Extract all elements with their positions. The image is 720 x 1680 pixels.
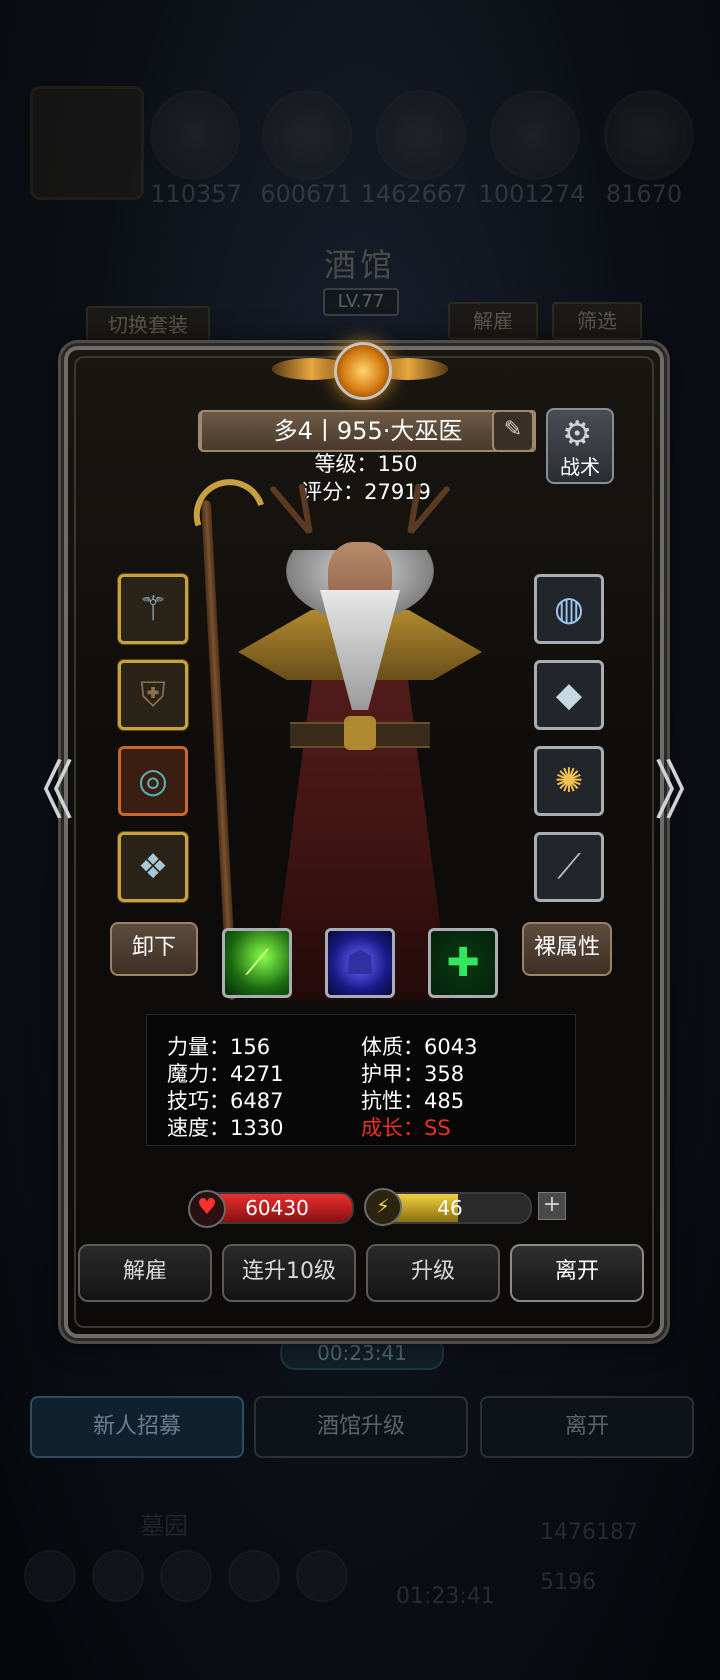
level-up-button[interactable]: 升级 xyxy=(366,1244,500,1302)
prev-hero-arrow-icon[interactable]: 《 xyxy=(10,740,74,832)
recruit-timer: 00:23:41 xyxy=(280,1336,444,1370)
footer-icon-1 xyxy=(24,1550,76,1602)
green-cross-icon: ✚ xyxy=(446,940,480,986)
stat-constitution: 体质：6043 xyxy=(361,1035,478,1059)
lantern-icon: ✺ xyxy=(554,761,584,801)
stat-magic: 魔力：4271 xyxy=(167,1062,284,1086)
resource-value-3: 1462667 xyxy=(360,180,468,208)
leave-button[interactable]: 离开 xyxy=(510,1244,644,1302)
add-energy-plus-icon[interactable]: + xyxy=(538,1192,566,1220)
footer-icon-4 xyxy=(228,1550,280,1602)
filter-button[interactable]: 筛选 xyxy=(552,302,642,340)
gear-icon: ⚙ xyxy=(562,414,593,454)
skill-slot-1[interactable]: ⟋ xyxy=(222,928,292,998)
tavern-level: LV.77 xyxy=(323,288,399,316)
stat-armor: 护甲：358 xyxy=(361,1062,465,1086)
skill-slot-2[interactable]: ☗ xyxy=(325,928,395,998)
footer-timer: 01:23:41 xyxy=(396,1584,495,1609)
resource-value-5: 81670 xyxy=(605,180,683,208)
stat-speed: 速度：1330 xyxy=(167,1116,284,1140)
resource-icon-5 xyxy=(604,90,694,180)
stat-resistance: 抗性：485 xyxy=(361,1089,465,1113)
panel-crest xyxy=(272,340,448,400)
staff-icon: ⚚ xyxy=(137,589,169,629)
hero-name: 多4丨955·大巫医 xyxy=(200,410,536,452)
footer-value-2: 5196 xyxy=(540,1570,596,1595)
resource-icon-2 xyxy=(262,90,352,180)
ring-icon: ◎ xyxy=(138,761,168,801)
resource-value-2: 600671 xyxy=(260,180,352,208)
tactics-button[interactable]: ⚙ 战术 xyxy=(546,408,614,484)
equip-slot-ring[interactable]: ◎ xyxy=(118,746,188,816)
resource-icon-1 xyxy=(150,90,240,180)
unequip-button[interactable]: 卸下 xyxy=(110,922,198,976)
stats-panel: 力量：156 魔力：4271 技巧：6487 速度：1330 体质：6043 护… xyxy=(146,1014,576,1146)
bg-leave-button[interactable]: 离开 xyxy=(480,1396,694,1458)
bracer-icon: ⟋ xyxy=(557,847,581,887)
stat-growth: 成长：SS xyxy=(361,1116,451,1140)
equip-slot-bracer[interactable]: ⟋ xyxy=(534,832,604,902)
hero-portrait-icon xyxy=(30,86,144,200)
recruit-button[interactable]: 新人招募 xyxy=(30,1396,244,1458)
footer-icon-5 xyxy=(296,1550,348,1602)
orb-icon: ◍ xyxy=(554,589,584,629)
resource-value-1: 110357 xyxy=(150,180,242,208)
tactics-label: 战术 xyxy=(560,455,600,479)
switch-set-button[interactable]: 切换套装 xyxy=(86,306,210,344)
amulet-icon: ❖ xyxy=(137,847,169,887)
equip-slot-stone[interactable]: ◆ xyxy=(534,660,604,730)
bg-dismiss-button[interactable]: 解雇 xyxy=(448,302,538,340)
footer-icon-2 xyxy=(92,1550,144,1602)
tavern-title: 酒馆 xyxy=(323,246,396,284)
stat-strength: 力量：156 xyxy=(167,1035,271,1059)
lightning-icon: ⚡ xyxy=(364,1188,402,1226)
equip-slot-orb[interactable]: ◍ xyxy=(534,574,604,644)
rename-pencil-icon[interactable]: ✎ xyxy=(492,410,534,452)
resource-icon-3 xyxy=(376,90,466,180)
equip-slot-amulet[interactable]: ❖ xyxy=(118,832,188,902)
resource-value-4: 1001274 xyxy=(478,180,586,208)
blue-shade-icon: ☗ xyxy=(344,943,376,983)
footer-value-1: 1476187 xyxy=(540,1520,638,1545)
stat-skill: 技巧：6487 xyxy=(167,1089,284,1113)
hp-value: 60430 xyxy=(245,1196,309,1220)
footer-area: 墓园 01:23:41 1476187 5196 xyxy=(0,1500,720,1680)
equip-slot-weapon[interactable]: ⚚ xyxy=(118,574,188,644)
next-hero-arrow-icon[interactable]: 》 xyxy=(654,740,718,832)
dismiss-button[interactable]: 解雇 xyxy=(78,1244,212,1302)
footer-label: 墓园 xyxy=(140,1512,188,1540)
footer-icon-3 xyxy=(160,1550,212,1602)
equip-slot-armor[interactable]: ⛨ xyxy=(118,660,188,730)
skill-slot-3[interactable]: ✚ xyxy=(428,928,498,998)
armor-icon: ⛨ xyxy=(140,675,166,715)
crest-gem-icon xyxy=(334,342,392,400)
tavern-upgrade-button[interactable]: 酒馆升级 xyxy=(254,1396,468,1458)
level-up-10-button[interactable]: 连升10级 xyxy=(222,1244,356,1302)
hp-bar: ♥ 60430 xyxy=(188,1190,354,1228)
gem-stone-icon: ◆ xyxy=(555,675,583,715)
resource-bar: 110357 600671 1462667 1001274 81670 xyxy=(24,86,696,210)
equip-slot-lantern[interactable]: ✺ xyxy=(534,746,604,816)
resource-icon-4 xyxy=(490,90,580,180)
green-slash-icon: ⟋ xyxy=(245,943,269,983)
bare-attributes-button[interactable]: 裸属性 xyxy=(522,922,612,976)
hero-level: 等级：150 xyxy=(314,452,418,476)
